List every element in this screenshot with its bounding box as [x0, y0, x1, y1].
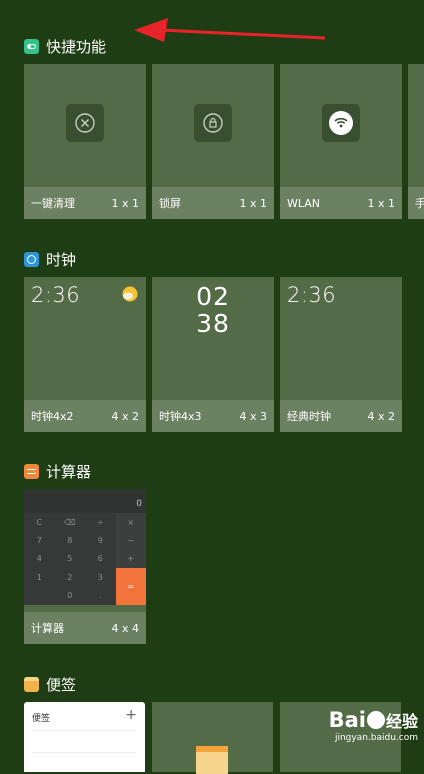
paw-icon	[366, 711, 385, 729]
tile-size: 4 x 2	[111, 409, 140, 423]
section-header-clock: 时钟	[24, 248, 76, 270]
wifi-icon	[322, 104, 360, 142]
tile-footer: WLAN 1 x 1	[280, 187, 402, 219]
watermark: Bai 经验 jingyan.baidu.com	[329, 708, 418, 743]
section-header-quick: 快捷功能	[24, 35, 106, 57]
section-title: 时钟	[46, 250, 77, 269]
widget-tile-notes[interactable]: 便签 +	[24, 702, 145, 772]
watermark-brand: Bai	[328, 708, 366, 732]
widget-tile-clean[interactable]: 一键清理 1 x 1	[24, 64, 146, 219]
section-header-notes: 便签	[24, 673, 76, 695]
calc-key: 0	[67, 591, 73, 601]
tile-footer: 计算器 4 x 4	[24, 612, 146, 644]
tile-size: 4 x 2	[367, 409, 396, 423]
tile-size: 4 x 3	[239, 409, 268, 423]
calculator-display-value: 0	[136, 499, 142, 509]
watermark-logo: Bai 经验	[329, 708, 418, 732]
tile-footer: 经典时钟 4 x 2	[280, 400, 402, 432]
calc-key: +	[115, 549, 146, 569]
tile-label: 手	[415, 197, 424, 210]
section-title: 计算器	[46, 462, 92, 481]
tile-footer: 时钟4x3 4 x 3	[152, 400, 274, 432]
calc-key: 6	[97, 554, 103, 564]
clock-icon	[24, 251, 39, 267]
calc-key: ⌫	[64, 517, 76, 527]
tile-footer: 时钟4x2 4 x 2	[24, 400, 146, 432]
calc-key-equals: =	[115, 568, 146, 605]
tile-label: 锁屏	[159, 197, 181, 210]
lock-icon	[194, 104, 232, 142]
calc-key: C	[36, 517, 43, 527]
tile-footer: 锁屏 1 x 1	[152, 187, 274, 219]
clock-stacked: 02 38	[152, 283, 274, 337]
calc-key: 7	[36, 536, 42, 546]
toggle-icon	[24, 38, 39, 54]
section-header-calculator: 计算器	[24, 460, 91, 482]
calculator-keypad: C ⌫ ÷ × 7 8 9 − 4 5 6 + 1 2 3 = 0 .	[24, 513, 146, 605]
clock-time: 2:36	[31, 283, 81, 307]
section-title: 快捷功能	[46, 37, 107, 56]
divider	[32, 752, 137, 753]
widget-tile-lock[interactable]: 锁屏 1 x 1	[152, 64, 274, 219]
tile-size: 1 x 1	[239, 196, 268, 210]
calc-key: .	[98, 591, 102, 601]
close-circle-icon	[66, 104, 104, 142]
divider	[32, 730, 137, 731]
watermark-url: jingyan.baidu.com	[334, 733, 418, 743]
calculator-icon	[24, 463, 39, 479]
widget-tile-clock-4x2[interactable]: 2:36 时钟4x2 4 x 2	[24, 277, 146, 432]
widget-tile-wlan[interactable]: WLAN 1 x 1	[280, 64, 402, 219]
calc-key: −	[115, 531, 146, 550]
clock-time: 2:36	[287, 283, 337, 307]
tile-label: 时钟4x2	[31, 410, 74, 423]
tile-footer: 手	[408, 187, 424, 219]
calc-key: ÷	[96, 517, 104, 527]
tile-label: 时钟4x3	[159, 410, 202, 423]
calculator-display: 0	[24, 489, 146, 513]
notes-icon	[24, 676, 39, 692]
calc-key: 1	[36, 572, 42, 582]
widget-tile-partial[interactable]: 手	[408, 64, 424, 219]
calc-key: 3	[97, 572, 103, 582]
calc-key: 2	[67, 572, 73, 582]
tile-label: WLAN	[287, 196, 321, 210]
tile-label: 经典时钟	[287, 410, 331, 423]
watermark-brand-2: 经验	[385, 712, 418, 731]
plus-icon: +	[125, 707, 137, 723]
tile-size: 1 x 1	[367, 196, 396, 210]
weather-sun-cloud-icon	[122, 286, 138, 302]
widget-tile-classic-clock[interactable]: 2:36 经典时钟 4 x 2	[280, 277, 402, 432]
calc-key	[24, 587, 55, 605]
clock-minute: 38	[196, 309, 230, 338]
calc-key: ×	[115, 513, 146, 532]
widget-tile-calculator[interactable]: 0 C ⌫ ÷ × 7 8 9 − 4 5 6 + 1 2 3 = 0 . 计算…	[24, 489, 146, 644]
tile-label: 计算器	[31, 622, 64, 635]
calc-key: 4	[36, 554, 42, 564]
clock-hour: 02	[196, 282, 230, 311]
tile-size: 4 x 4	[111, 621, 140, 635]
notepad-icon	[196, 746, 228, 774]
calc-key: 9	[97, 536, 103, 546]
tile-label: 一键清理	[31, 197, 75, 210]
widget-tile-clock-4x3[interactable]: 02 38 时钟4x3 4 x 3	[152, 277, 274, 432]
calc-key: 8	[67, 536, 73, 546]
section-title: 便签	[46, 675, 77, 694]
widget-tile-notes-2[interactable]	[152, 702, 273, 774]
notes-title: 便签	[32, 714, 51, 724]
tile-footer: 一键清理 1 x 1	[24, 187, 146, 219]
tile-size: 1 x 1	[111, 196, 140, 210]
calc-key: 5	[67, 554, 73, 564]
